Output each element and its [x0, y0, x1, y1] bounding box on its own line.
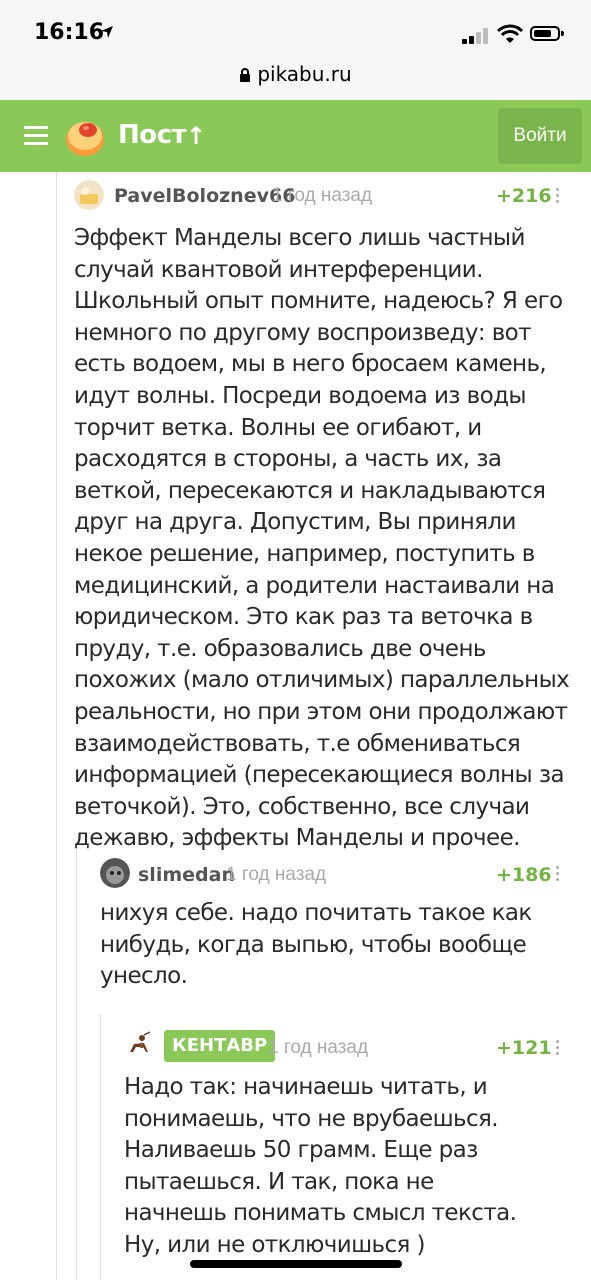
avatar[interactable]: [124, 1030, 154, 1060]
battery-icon: [530, 26, 564, 41]
menu-icon[interactable]: [24, 126, 48, 146]
comment-author[interactable]: slimedan: [138, 864, 235, 886]
wifi-icon: [497, 24, 523, 43]
comment-rating: +186: [496, 864, 552, 886]
pikabu-logo[interactable]: [62, 112, 108, 158]
more-vertical-icon[interactable]: [556, 188, 560, 206]
avatar[interactable]: [100, 858, 130, 888]
user-badge[interactable]: КЕНТАВР: [164, 1030, 276, 1062]
page-title: Пост: [118, 120, 187, 150]
location-arrow-icon: [101, 26, 113, 38]
comment-text: Надо так: начинаешь читать, и понимаешь,…: [124, 1074, 517, 1258]
thread-line: [100, 1014, 101, 1280]
status-bar: 16:16 pikabu.ru: [0, 0, 591, 100]
home-indicator[interactable]: [190, 1260, 402, 1268]
comment-text: Эффект Манделы всего лишь частный случай…: [74, 225, 570, 852]
avatar[interactable]: [74, 180, 104, 210]
comment-time[interactable]: 1 год назад: [268, 1037, 368, 1059]
signal-icon: [462, 28, 492, 44]
more-vertical-icon[interactable]: [556, 1040, 560, 1058]
url-text: pikabu.ru: [257, 62, 352, 86]
thread-line: [56, 172, 57, 1280]
comment-author[interactable]: PavelBoloznev66: [114, 185, 295, 207]
comment-time[interactable]: 1 год назад: [226, 864, 326, 886]
status-time: 16:16: [34, 20, 105, 45]
comment-time[interactable]: 1 год назад: [272, 185, 372, 207]
thread-line: [76, 840, 77, 1280]
more-vertical-icon[interactable]: [556, 866, 560, 884]
login-button[interactable]: Войти: [498, 108, 582, 164]
comment-rating: +216: [496, 185, 552, 207]
comment-text: нихуя себе. надо почитать такое как нибу…: [100, 900, 532, 990]
comment-rating: +121: [496, 1037, 552, 1059]
arrow-up-icon[interactable]: ↑: [186, 122, 206, 150]
address-bar[interactable]: pikabu.ru: [0, 62, 591, 86]
lock-icon: [240, 68, 251, 82]
